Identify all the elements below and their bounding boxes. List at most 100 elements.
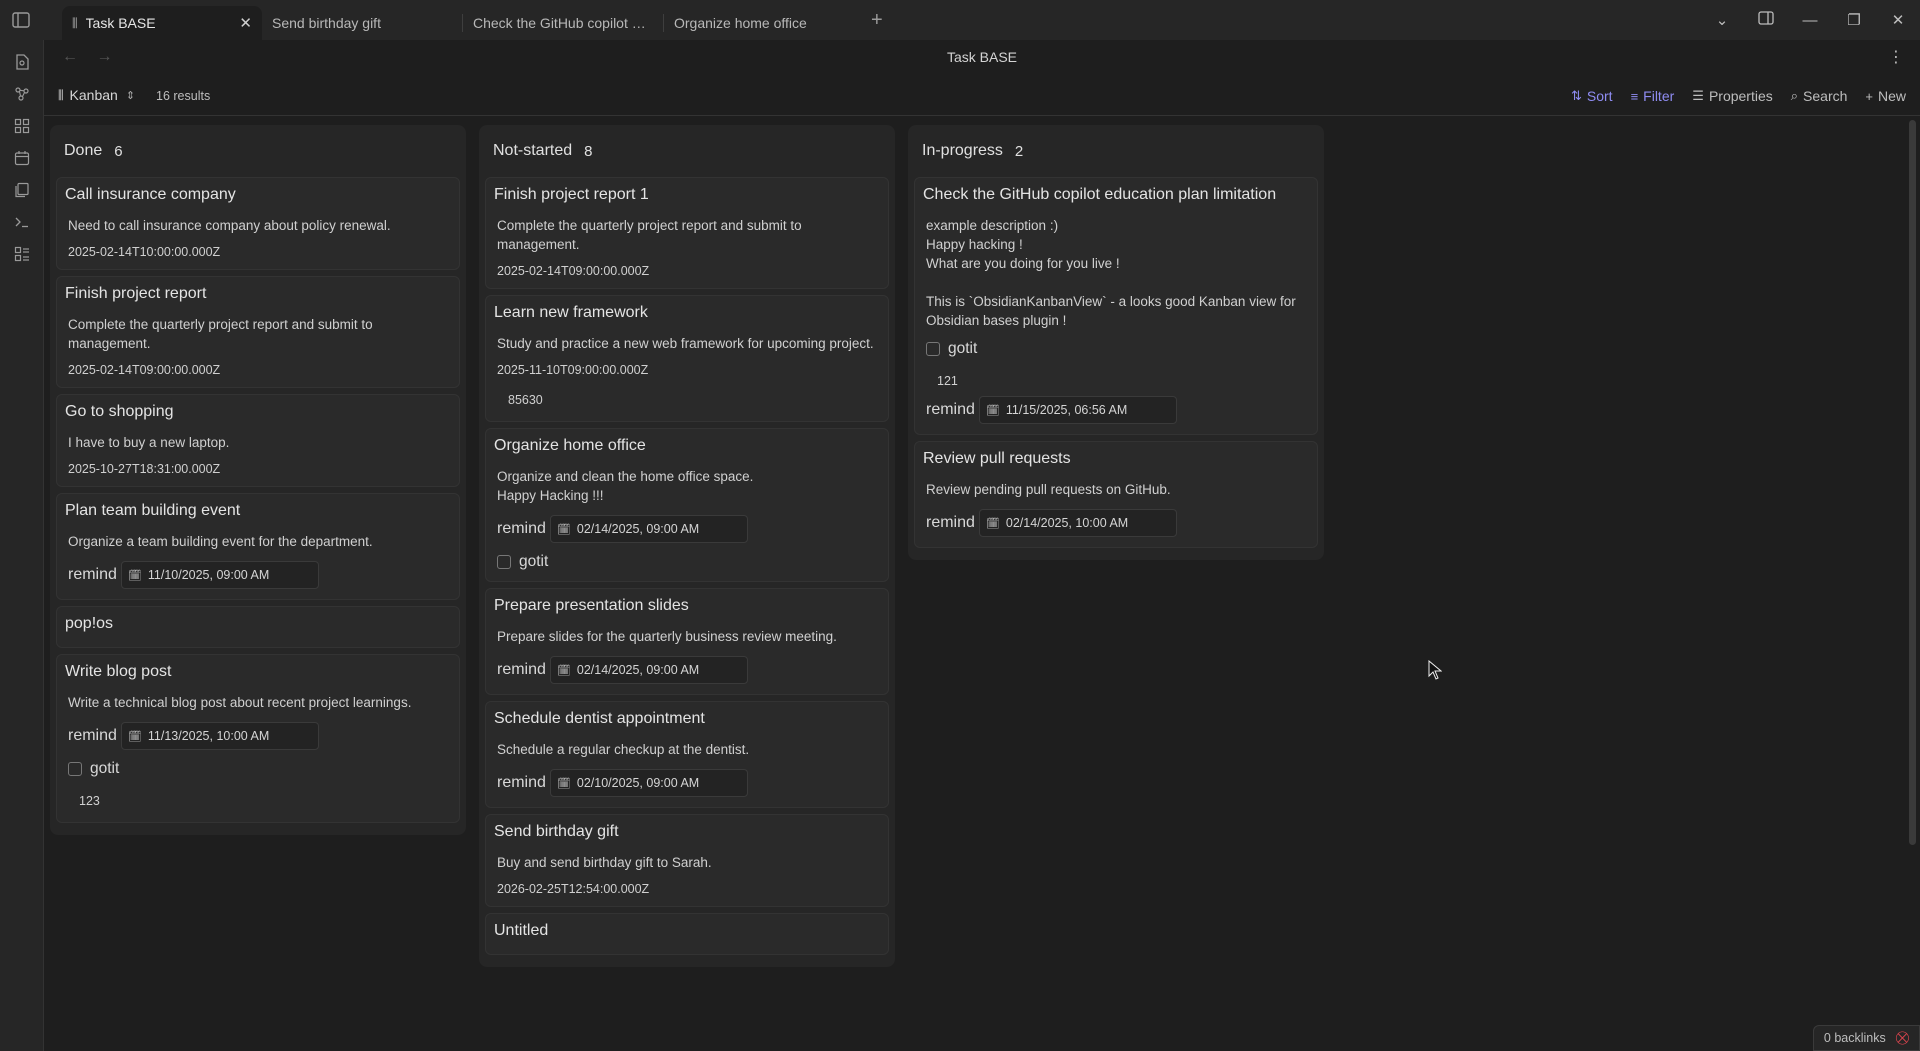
gotit-checkbox[interactable] — [926, 342, 940, 356]
remind-label: remind — [926, 401, 975, 418]
sort-label: Sort — [1586, 88, 1613, 104]
remind-label: remind — [497, 661, 546, 678]
tab-list-chevron-icon[interactable]: ⌄ — [1700, 11, 1744, 29]
remind-value: 02/14/2025, 09:00 AM — [576, 522, 700, 536]
open-quick-switcher-icon[interactable] — [0, 46, 44, 78]
calendar-icon: 🗓 — [556, 664, 571, 677]
gotit-checkbox[interactable] — [497, 555, 511, 569]
backlinks-count[interactable]: 0 backlinks — [1824, 1031, 1886, 1045]
remind-value: 02/14/2025, 10:00 AM — [1005, 516, 1129, 530]
graph-view-icon[interactable] — [0, 78, 44, 110]
card-title[interactable]: Send birthday gift — [494, 823, 880, 841]
column-header[interactable]: In-progress 2 — [914, 125, 1318, 177]
kanban-card[interactable]: Write blog post Write a technical blog po… — [56, 654, 460, 823]
remind-datetime-input[interactable]: 🗓 11/15/2025, 06:56 AM — [978, 396, 1177, 424]
new-button[interactable]: + New — [1865, 88, 1906, 104]
close-icon[interactable]: ✕ — [239, 14, 252, 32]
card-number: 123 — [79, 794, 100, 808]
remind-datetime-input[interactable]: 🗓 11/13/2025, 10:00 AM — [120, 722, 319, 750]
minimize-icon[interactable]: — — [1788, 12, 1832, 29]
window-controls: ⌄ — ❐ ✕ — [1700, 0, 1920, 40]
column-header[interactable]: Not-started 8 — [485, 125, 889, 177]
remind-label: remind — [68, 727, 117, 744]
remind-value: 11/15/2025, 06:56 AM — [1005, 403, 1128, 417]
terminal-icon[interactable] — [0, 206, 44, 238]
remind-property: remind 🗓 11/13/2025, 10:00 AM — [65, 722, 451, 750]
search-button[interactable]: ⌕ Search — [1791, 88, 1848, 104]
column-name: Not-started — [493, 142, 573, 159]
view-switcher[interactable]: ⫼ Kanban ⇕ — [58, 87, 135, 103]
card-title[interactable]: Organize home office — [494, 437, 880, 455]
tab-task-base[interactable]: ⫼ Task BASE ✕ — [62, 6, 262, 40]
kanban-card[interactable]: Call insurance company Need to call insur… — [56, 177, 460, 270]
kanban-card[interactable]: Organize home office Organize and clean t… — [485, 428, 889, 582]
card-date: 2025-02-14T10:00:00.000Z — [68, 245, 221, 259]
card-title[interactable]: Schedule dentist appointment — [494, 710, 880, 728]
kanban-card[interactable]: pop!os — [56, 606, 460, 648]
kanban-card[interactable]: Check the GitHub copilot education plan … — [914, 177, 1318, 435]
properties-button[interactable]: ☰ Properties — [1692, 88, 1772, 104]
remind-datetime-input[interactable]: 🗓 11/10/2025, 09:00 AM — [120, 561, 319, 589]
remind-datetime-input[interactable]: 🗓 02/14/2025, 09:00 AM — [549, 656, 748, 684]
card-title[interactable]: Call insurance company — [65, 186, 451, 204]
card-title[interactable]: Learn new framework — [494, 304, 880, 322]
gotit-checkbox[interactable] — [68, 762, 82, 776]
card-title[interactable]: Check the GitHub copilot education plan … — [923, 186, 1309, 204]
kanban-card[interactable]: Schedule dentist appointment Schedule a r… — [485, 701, 889, 808]
card-title[interactable]: Untitled — [494, 922, 880, 940]
calendar-icon: 🗓 — [985, 517, 1000, 530]
remind-value: 02/14/2025, 09:00 AM — [576, 663, 700, 677]
remind-datetime-input[interactable]: 🗓 02/14/2025, 10:00 AM — [978, 509, 1177, 537]
canvas-icon[interactable] — [0, 110, 44, 142]
close-window-icon[interactable]: ✕ — [1876, 11, 1920, 29]
card-number: 85630 — [508, 393, 543, 407]
kanban-card[interactable]: Finish project report Complete the quarte… — [56, 276, 460, 388]
tab-label: Check the GitHub copilot education plan … — [473, 15, 653, 31]
remind-label: remind — [68, 566, 117, 583]
calendar-icon[interactable] — [0, 142, 44, 174]
sort-icon: ⇅ — [1570, 88, 1582, 103]
sort-button[interactable]: ⇅ Sort — [1571, 88, 1613, 104]
card-title[interactable]: pop!os — [65, 615, 451, 633]
right-sidebar-toggle-icon[interactable] — [1744, 11, 1788, 29]
remind-datetime-input[interactable]: 🗓 02/10/2025, 09:00 AM — [549, 769, 748, 797]
column-header[interactable]: Done 6 — [56, 125, 460, 177]
filter-button[interactable]: ≡ Filter — [1631, 88, 1675, 104]
sync-error-icon[interactable]: ⛒ — [1896, 1030, 1909, 1046]
card-title[interactable]: Finish project report 1 — [494, 186, 880, 204]
bases-icon[interactable] — [0, 238, 44, 270]
card-title[interactable]: Finish project report — [65, 285, 451, 303]
kanban-card[interactable]: Review pull requests Review pending pull … — [914, 441, 1318, 548]
remind-property: remind 🗓 02/14/2025, 09:00 AM — [494, 656, 880, 684]
kanban-card[interactable]: Go to shopping I have to buy a new laptop… — [56, 394, 460, 487]
remind-property: remind 🗓 11/15/2025, 06:56 AM — [923, 396, 1309, 424]
sidebar-toggle-icon[interactable] — [10, 10, 32, 30]
more-options-icon[interactable]: ⋮ — [1888, 47, 1904, 67]
card-date: 2026-02-25T12:54:00.000Z — [497, 882, 650, 896]
kanban-card[interactable]: Send birthday gift Buy and send birthday … — [485, 814, 889, 907]
card-title[interactable]: Review pull requests — [923, 450, 1309, 468]
kanban-card[interactable]: Prepare presentation slides Prepare slide… — [485, 588, 889, 695]
card-title[interactable]: Go to shopping — [65, 403, 451, 421]
card-title[interactable]: Write blog post — [65, 663, 451, 681]
tab-organize-home-office[interactable]: Organize home office — [664, 6, 864, 40]
templates-icon[interactable] — [0, 174, 44, 206]
kanban-card[interactable]: Untitled — [485, 913, 889, 955]
tab-send-birthday-gift[interactable]: Send birthday gift — [262, 6, 462, 40]
kanban-card[interactable]: Learn new framework Study and practice a … — [485, 295, 889, 422]
new-label: New — [1877, 88, 1906, 104]
kanban-card[interactable]: Plan team building event Organize a team … — [56, 493, 460, 600]
tab-check-github[interactable]: Check the GitHub copilot education plan … — [463, 6, 663, 40]
card-description: Write a technical blog post about recent… — [68, 695, 412, 710]
remind-datetime-input[interactable]: 🗓 02/14/2025, 09:00 AM — [549, 515, 748, 543]
scrollbar[interactable] — [1909, 120, 1916, 845]
title-bar: ⫼ Task BASE ✕ Send birthday gift Check t… — [0, 0, 1920, 40]
card-title[interactable]: Prepare presentation slides — [494, 597, 880, 615]
restore-icon[interactable]: ❐ — [1832, 11, 1876, 29]
card-title[interactable]: Plan team building event — [65, 502, 451, 520]
column-count: 8 — [584, 142, 593, 160]
kanban-card[interactable]: Finish project report 1 Complete the quar… — [485, 177, 889, 289]
new-tab-plus-icon[interactable]: + — [871, 9, 883, 32]
kanban-icon: ⫼ — [58, 87, 64, 102]
search-icon: ⌕ — [1790, 88, 1799, 103]
